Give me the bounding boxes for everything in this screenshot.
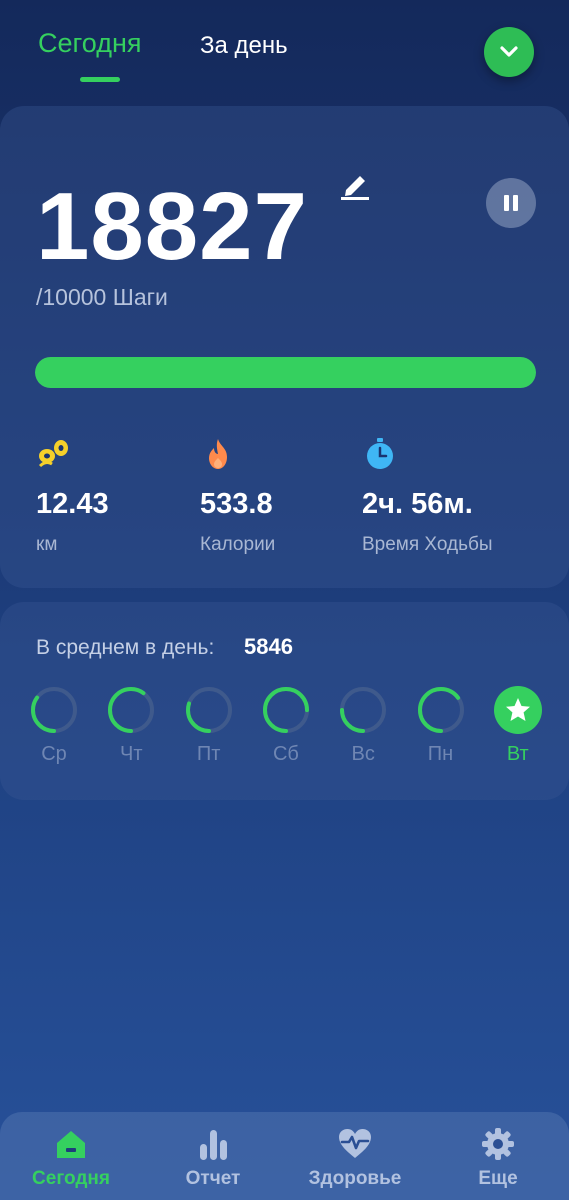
day-progress-ring — [262, 687, 309, 733]
steps-progress-fill — [35, 357, 536, 388]
stat-walk-time: 2ч. 56м. Время Ходьбы — [362, 436, 493, 555]
stat-calories-label: Калории — [200, 534, 276, 555]
nav-more-label: Еще — [478, 1168, 518, 1189]
bottom-navigation: Сегодня Отчет Здоровье Еще — [0, 1112, 569, 1200]
stat-walk-time-value: 2ч. 56м. — [362, 488, 473, 520]
nav-today-label: Сегодня — [32, 1168, 110, 1189]
pause-icon — [504, 195, 518, 211]
day-label: Сб — [272, 743, 299, 765]
day-progress-0[interactable]: Ср — [29, 685, 79, 766]
nav-report[interactable]: Отчет — [142, 1112, 284, 1200]
nav-health-label: Здоровье — [308, 1168, 402, 1189]
day-progress-2[interactable]: Пт — [184, 685, 234, 766]
stat-distance-label: км — [36, 534, 58, 555]
heart-pulse-icon — [339, 1129, 371, 1158]
nav-more[interactable]: Еще — [427, 1112, 569, 1200]
stat-walk-time-label: Время Ходьбы — [362, 534, 493, 555]
day-progress-ring — [340, 687, 387, 733]
day-complete-star-icon — [493, 686, 542, 734]
edit-icon[interactable] — [338, 168, 372, 202]
tab-day[interactable]: За день — [200, 32, 288, 60]
stat-calories: 533.8 Калории — [200, 436, 275, 555]
average-label: В среднем в день: — [36, 636, 215, 659]
day-progress-ring — [417, 687, 464, 733]
day-label: Ср — [41, 743, 67, 765]
day-progress-4[interactable]: Вс — [338, 685, 388, 766]
gear-icon — [482, 1128, 514, 1160]
nav-today[interactable]: Сегодня — [0, 1112, 142, 1200]
top-tabs: Сегодня За день — [0, 0, 569, 100]
home-icon — [57, 1131, 85, 1158]
steps-count: 18827 — [36, 173, 308, 280]
day-label: Пт — [196, 743, 221, 765]
day-progress-ring — [31, 687, 77, 733]
tab-today[interactable]: Сегодня — [38, 28, 141, 59]
dropdown-button[interactable] — [484, 27, 534, 77]
day-progress-ring — [185, 687, 232, 733]
stat-calories-value: 533.8 — [200, 488, 273, 520]
steps-goal: /10000 Шаги — [36, 284, 168, 310]
nav-report-label: Отчет — [185, 1168, 241, 1189]
day-progress-5[interactable]: Пн — [416, 685, 466, 766]
day-label: Вс — [351, 743, 375, 765]
tab-today-underline — [80, 77, 120, 82]
stat-distance: 12.43 км — [36, 436, 109, 555]
day-progress-ring — [108, 687, 155, 733]
pause-button[interactable] — [486, 178, 536, 228]
steps-progress-bar — [35, 357, 536, 388]
day-progress-3[interactable]: Сб — [261, 685, 311, 766]
stat-distance-value: 12.43 — [36, 488, 109, 520]
footprints-icon — [38, 440, 68, 468]
average-value: 5846 — [244, 634, 293, 659]
day-label: Чт — [120, 743, 143, 765]
day-progress-1[interactable]: Чт — [106, 685, 156, 766]
stopwatch-icon — [367, 438, 393, 469]
day-label: Пн — [427, 743, 454, 765]
nav-health[interactable]: Здоровье — [284, 1112, 426, 1200]
bar-chart-icon — [200, 1130, 227, 1160]
day-label: Вт — [506, 743, 529, 765]
chevron-down-icon — [500, 46, 518, 57]
day-progress-6[interactable]: Вт — [493, 685, 543, 766]
flame-icon — [209, 439, 227, 469]
